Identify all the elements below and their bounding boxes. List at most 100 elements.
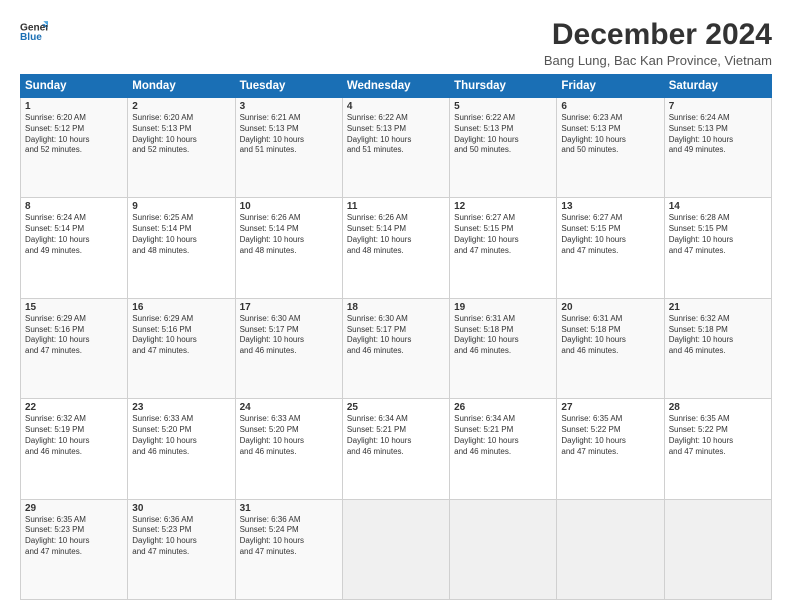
table-row: 20Sunrise: 6:31 AM Sunset: 5:18 PM Dayli…	[557, 298, 664, 398]
calendar-table: Sunday Monday Tuesday Wednesday Thursday…	[20, 74, 772, 600]
day-number: 13	[561, 201, 659, 212]
day-details: Sunrise: 6:22 AM Sunset: 5:13 PM Dayligh…	[347, 113, 445, 156]
day-details: Sunrise: 6:20 AM Sunset: 5:12 PM Dayligh…	[25, 113, 123, 156]
table-row: 21Sunrise: 6:32 AM Sunset: 5:18 PM Dayli…	[664, 298, 771, 398]
table-row	[450, 499, 557, 599]
day-number: 25	[347, 402, 445, 413]
table-row: 27Sunrise: 6:35 AM Sunset: 5:22 PM Dayli…	[557, 399, 664, 499]
day-details: Sunrise: 6:32 AM Sunset: 5:19 PM Dayligh…	[25, 414, 123, 457]
calendar-week-row: 22Sunrise: 6:32 AM Sunset: 5:19 PM Dayli…	[21, 399, 772, 499]
day-details: Sunrise: 6:35 AM Sunset: 5:22 PM Dayligh…	[561, 414, 659, 457]
table-row: 29Sunrise: 6:35 AM Sunset: 5:23 PM Dayli…	[21, 499, 128, 599]
day-details: Sunrise: 6:26 AM Sunset: 5:14 PM Dayligh…	[240, 213, 338, 256]
day-number: 27	[561, 402, 659, 413]
day-details: Sunrise: 6:32 AM Sunset: 5:18 PM Dayligh…	[669, 314, 767, 357]
day-details: Sunrise: 6:34 AM Sunset: 5:21 PM Dayligh…	[347, 414, 445, 457]
day-number: 26	[454, 402, 552, 413]
day-number: 7	[669, 101, 767, 112]
day-number: 16	[132, 302, 230, 313]
day-details: Sunrise: 6:24 AM Sunset: 5:13 PM Dayligh…	[669, 113, 767, 156]
col-wednesday: Wednesday	[342, 75, 449, 98]
table-row: 24Sunrise: 6:33 AM Sunset: 5:20 PM Dayli…	[235, 399, 342, 499]
table-row: 11Sunrise: 6:26 AM Sunset: 5:14 PM Dayli…	[342, 198, 449, 298]
day-details: Sunrise: 6:31 AM Sunset: 5:18 PM Dayligh…	[561, 314, 659, 357]
day-details: Sunrise: 6:29 AM Sunset: 5:16 PM Dayligh…	[132, 314, 230, 357]
day-number: 28	[669, 402, 767, 413]
calendar-week-row: 8Sunrise: 6:24 AM Sunset: 5:14 PM Daylig…	[21, 198, 772, 298]
table-row: 14Sunrise: 6:28 AM Sunset: 5:15 PM Dayli…	[664, 198, 771, 298]
day-details: Sunrise: 6:31 AM Sunset: 5:18 PM Dayligh…	[454, 314, 552, 357]
day-details: Sunrise: 6:29 AM Sunset: 5:16 PM Dayligh…	[25, 314, 123, 357]
table-row: 25Sunrise: 6:34 AM Sunset: 5:21 PM Dayli…	[342, 399, 449, 499]
table-row: 3Sunrise: 6:21 AM Sunset: 5:13 PM Daylig…	[235, 98, 342, 198]
day-number: 17	[240, 302, 338, 313]
table-row: 19Sunrise: 6:31 AM Sunset: 5:18 PM Dayli…	[450, 298, 557, 398]
table-row: 13Sunrise: 6:27 AM Sunset: 5:15 PM Dayli…	[557, 198, 664, 298]
day-number: 5	[454, 101, 552, 112]
table-row: 26Sunrise: 6:34 AM Sunset: 5:21 PM Dayli…	[450, 399, 557, 499]
day-number: 21	[669, 302, 767, 313]
col-tuesday: Tuesday	[235, 75, 342, 98]
table-row: 31Sunrise: 6:36 AM Sunset: 5:24 PM Dayli…	[235, 499, 342, 599]
page: General Blue December 2024 Bang Lung, Ba…	[0, 0, 792, 612]
svg-text:Blue: Blue	[20, 32, 42, 43]
day-details: Sunrise: 6:27 AM Sunset: 5:15 PM Dayligh…	[561, 213, 659, 256]
table-row: 16Sunrise: 6:29 AM Sunset: 5:16 PM Dayli…	[128, 298, 235, 398]
day-details: Sunrise: 6:30 AM Sunset: 5:17 PM Dayligh…	[347, 314, 445, 357]
day-details: Sunrise: 6:34 AM Sunset: 5:21 PM Dayligh…	[454, 414, 552, 457]
day-number: 3	[240, 101, 338, 112]
calendar-week-row: 15Sunrise: 6:29 AM Sunset: 5:16 PM Dayli…	[21, 298, 772, 398]
day-details: Sunrise: 6:26 AM Sunset: 5:14 PM Dayligh…	[347, 213, 445, 256]
day-number: 20	[561, 302, 659, 313]
day-details: Sunrise: 6:21 AM Sunset: 5:13 PM Dayligh…	[240, 113, 338, 156]
day-number: 22	[25, 402, 123, 413]
day-details: Sunrise: 6:30 AM Sunset: 5:17 PM Dayligh…	[240, 314, 338, 357]
day-number: 1	[25, 101, 123, 112]
table-row: 30Sunrise: 6:36 AM Sunset: 5:23 PM Dayli…	[128, 499, 235, 599]
table-row: 2Sunrise: 6:20 AM Sunset: 5:13 PM Daylig…	[128, 98, 235, 198]
header: General Blue December 2024 Bang Lung, Ba…	[20, 18, 772, 68]
day-number: 11	[347, 201, 445, 212]
day-number: 9	[132, 201, 230, 212]
day-details: Sunrise: 6:28 AM Sunset: 5:15 PM Dayligh…	[669, 213, 767, 256]
table-row: 5Sunrise: 6:22 AM Sunset: 5:13 PM Daylig…	[450, 98, 557, 198]
table-row: 7Sunrise: 6:24 AM Sunset: 5:13 PM Daylig…	[664, 98, 771, 198]
day-number: 24	[240, 402, 338, 413]
day-number: 19	[454, 302, 552, 313]
table-row: 18Sunrise: 6:30 AM Sunset: 5:17 PM Dayli…	[342, 298, 449, 398]
day-number: 18	[347, 302, 445, 313]
table-row: 17Sunrise: 6:30 AM Sunset: 5:17 PM Dayli…	[235, 298, 342, 398]
table-row: 10Sunrise: 6:26 AM Sunset: 5:14 PM Dayli…	[235, 198, 342, 298]
table-row: 15Sunrise: 6:29 AM Sunset: 5:16 PM Dayli…	[21, 298, 128, 398]
day-details: Sunrise: 6:27 AM Sunset: 5:15 PM Dayligh…	[454, 213, 552, 256]
table-row: 1Sunrise: 6:20 AM Sunset: 5:12 PM Daylig…	[21, 98, 128, 198]
calendar-week-row: 29Sunrise: 6:35 AM Sunset: 5:23 PM Dayli…	[21, 499, 772, 599]
calendar-header-row: Sunday Monday Tuesday Wednesday Thursday…	[21, 75, 772, 98]
table-row: 6Sunrise: 6:23 AM Sunset: 5:13 PM Daylig…	[557, 98, 664, 198]
table-row: 12Sunrise: 6:27 AM Sunset: 5:15 PM Dayli…	[450, 198, 557, 298]
day-number: 2	[132, 101, 230, 112]
day-number: 23	[132, 402, 230, 413]
title-block: December 2024 Bang Lung, Bac Kan Provinc…	[544, 18, 772, 68]
day-number: 31	[240, 503, 338, 514]
day-details: Sunrise: 6:36 AM Sunset: 5:23 PM Dayligh…	[132, 515, 230, 558]
main-title: December 2024	[544, 18, 772, 51]
table-row	[557, 499, 664, 599]
table-row	[342, 499, 449, 599]
day-number: 8	[25, 201, 123, 212]
day-number: 14	[669, 201, 767, 212]
table-row	[664, 499, 771, 599]
table-row: 23Sunrise: 6:33 AM Sunset: 5:20 PM Dayli…	[128, 399, 235, 499]
logo: General Blue	[20, 18, 48, 46]
day-number: 29	[25, 503, 123, 514]
table-row: 9Sunrise: 6:25 AM Sunset: 5:14 PM Daylig…	[128, 198, 235, 298]
day-details: Sunrise: 6:22 AM Sunset: 5:13 PM Dayligh…	[454, 113, 552, 156]
table-row: 22Sunrise: 6:32 AM Sunset: 5:19 PM Dayli…	[21, 399, 128, 499]
day-details: Sunrise: 6:35 AM Sunset: 5:23 PM Dayligh…	[25, 515, 123, 558]
col-sunday: Sunday	[21, 75, 128, 98]
table-row: 8Sunrise: 6:24 AM Sunset: 5:14 PM Daylig…	[21, 198, 128, 298]
day-details: Sunrise: 6:35 AM Sunset: 5:22 PM Dayligh…	[669, 414, 767, 457]
table-row: 4Sunrise: 6:22 AM Sunset: 5:13 PM Daylig…	[342, 98, 449, 198]
day-details: Sunrise: 6:33 AM Sunset: 5:20 PM Dayligh…	[240, 414, 338, 457]
day-details: Sunrise: 6:25 AM Sunset: 5:14 PM Dayligh…	[132, 213, 230, 256]
